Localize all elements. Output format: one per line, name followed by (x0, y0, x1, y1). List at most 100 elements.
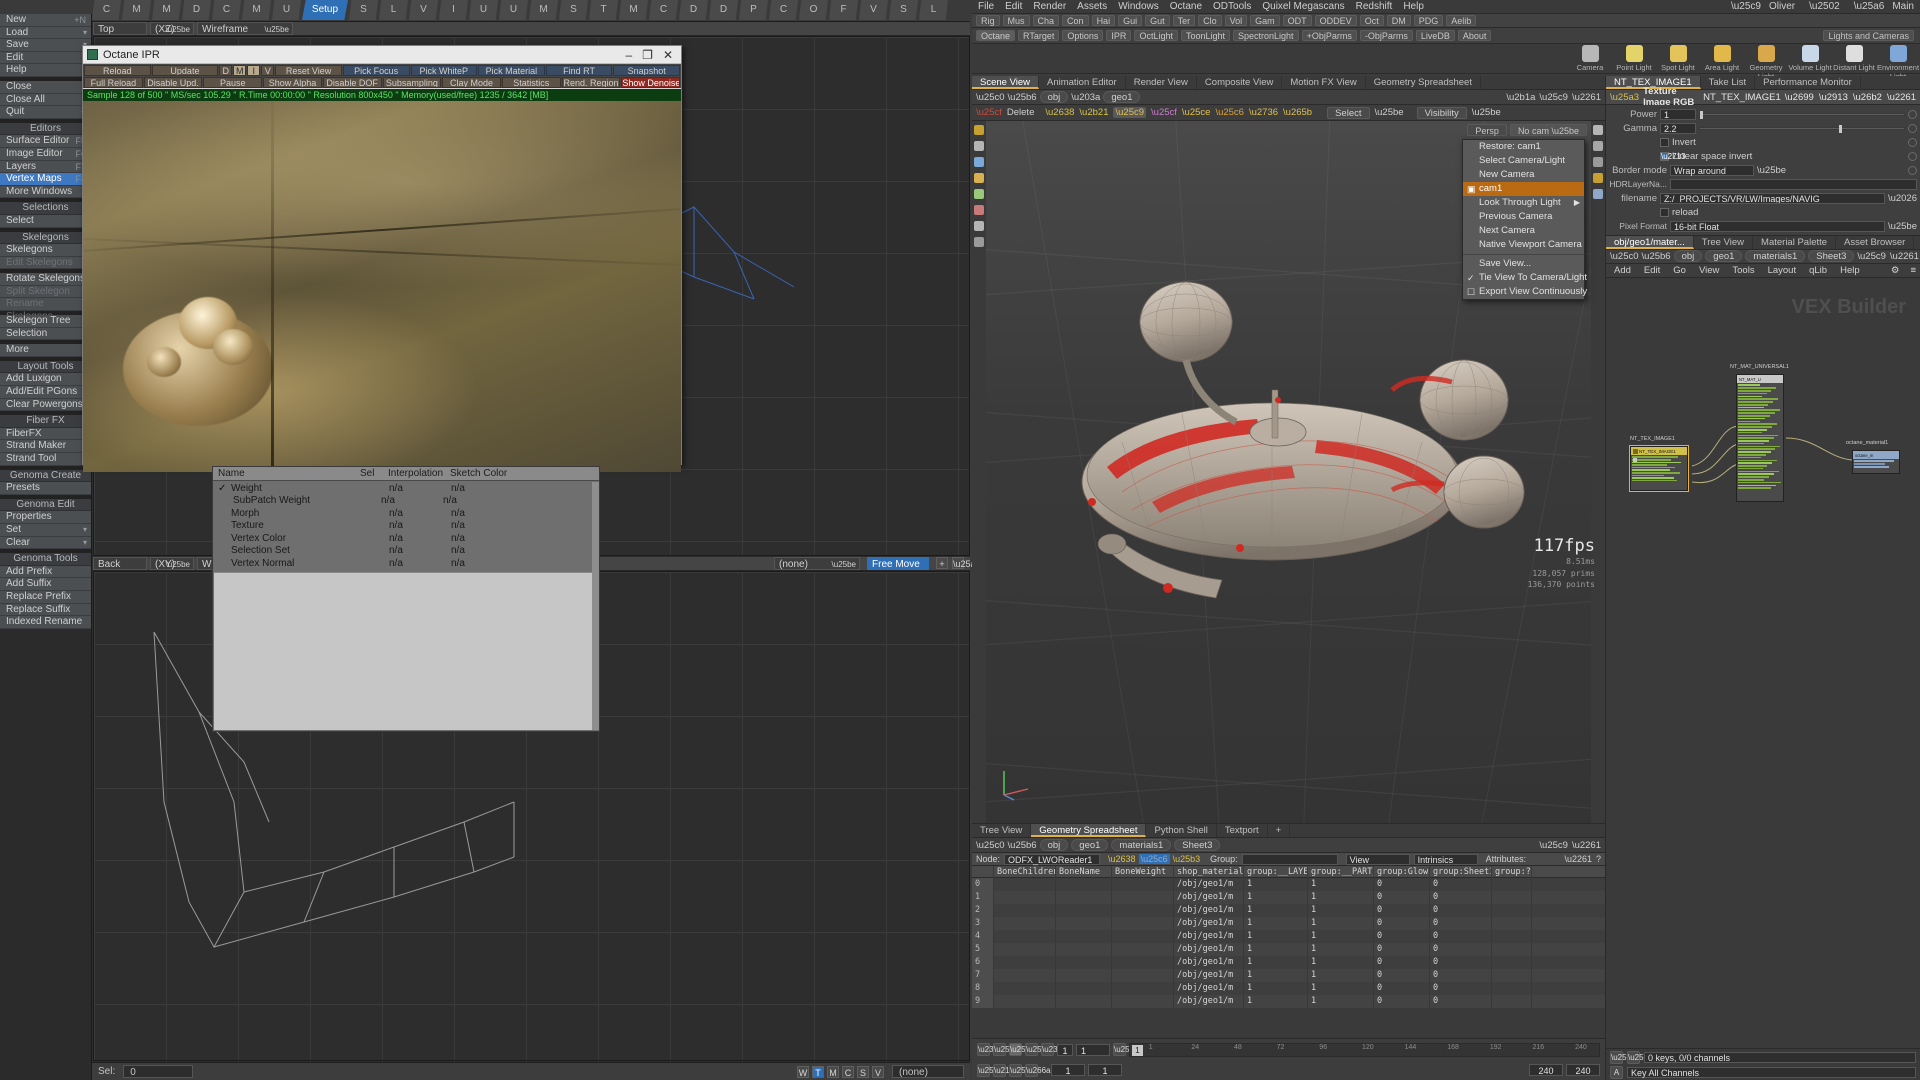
back-arrow-icon[interactable]: \u25c0 (976, 92, 1005, 103)
window-controls[interactable]: –❐✕ (625, 48, 677, 62)
pin-icon[interactable]: \u25c9 (1539, 92, 1568, 103)
point-mode-icon[interactable]: \u2638 (1108, 854, 1136, 864)
auto-key-icon[interactable]: A (1610, 1066, 1623, 1079)
step-fwd-icon[interactable]: \u23ed (1041, 1043, 1054, 1056)
scale-tool-icon[interactable] (974, 205, 984, 215)
lightwave-tab-13[interactable]: U (499, 0, 528, 20)
lightwave-tabs[interactable]: CMMDCMUSetupSLVIUUMSTMCDDPCOFVSL (92, 0, 949, 20)
ss-column-header[interactable]: BoneWeight (1112, 866, 1174, 878)
back-arrow-icon[interactable]: \u25c0 (1610, 251, 1639, 262)
sidebar-item-clear-powergons[interactable]: Clear Powergons (0, 399, 91, 412)
camera-menu-item-look-through-light[interactable]: Look Through Light▶ (1463, 196, 1584, 210)
sidebar-item-add-suffix[interactable]: Add Suffix (0, 578, 91, 591)
intrinsics-select[interactable]: Intrinsics (1414, 854, 1478, 865)
param-row-hdr-layer[interactable]: HDRLayerNa... (1606, 177, 1920, 191)
sidebar-item-help[interactable]: Help▾ (0, 64, 91, 77)
sidebar-item-strand-maker[interactable]: Strand Maker (0, 440, 91, 453)
net-tab-obj-geo1-mater-[interactable]: obj/geo1/mater... (1606, 236, 1694, 249)
ss-tab-geometry-spreadsheet[interactable]: Geometry Spreadsheet (1031, 824, 1146, 837)
network-menu-bar[interactable]: AddEditGoViewToolsLayoutqLibHelp⚙≡ (1606, 264, 1920, 279)
ss-crumb-obj[interactable]: obj (1040, 839, 1069, 851)
vertex-map-row[interactable]: Morphn/an/a (214, 507, 598, 520)
octane-btn-disable-dof[interactable]: Disable DOF (323, 77, 382, 88)
octane-btn-pick-focus[interactable]: Pick Focus (343, 65, 410, 76)
lightwave-tab-9[interactable]: L (379, 0, 408, 20)
sidebar-item-skelegon-tree[interactable]: Skelegon Tree (0, 315, 91, 328)
menu-icon[interactable]: \u2261 (1887, 92, 1916, 103)
move-tool-icon[interactable] (974, 173, 984, 183)
net-menu-help[interactable]: Help (1836, 265, 1864, 276)
octane-tool-ipr[interactable]: IPR (1106, 30, 1131, 41)
layout-label[interactable]: Main (1892, 1, 1914, 12)
shelfset-oct[interactable]: Oct (1360, 15, 1384, 26)
camera-menu-item-select-camera-light[interactable]: Select Camera/Light (1463, 154, 1584, 168)
sidebar-item-replace-suffix[interactable]: Replace Suffix (0, 604, 91, 617)
viewport-camera-controls[interactable]: Persp No cam \u25be (1467, 124, 1587, 136)
mode-buttons[interactable]: WTMCSV (797, 1066, 884, 1078)
sidebar-item-skelegons[interactable]: Skelegons (0, 244, 91, 257)
sidebar-item-vertex-maps[interactable]: Vertex MapsF8 (0, 173, 91, 186)
invert-gear-icon[interactable] (1908, 138, 1917, 147)
menu-octane[interactable]: Octane (1170, 1, 1202, 12)
lightwave-tab-18[interactable]: C (649, 0, 678, 20)
shelfset-rig[interactable]: Rig (976, 15, 1000, 26)
viewport2-view-select[interactable]: Back (93, 557, 147, 570)
viewport-view-select[interactable]: Top (93, 22, 147, 35)
octane-btn-statistics[interactable]: Statistics (502, 77, 561, 88)
camera-menu-item-next-camera[interactable]: Next Camera (1463, 224, 1584, 238)
vertex-map-row[interactable]: Selection Setn/an/a (214, 545, 598, 558)
houdini-pillbar-1[interactable]: RigMusChaConHaiGuiGutTerCloVolGamODTODDE… (972, 14, 1920, 28)
octane-btn-update[interactable]: Update (152, 65, 219, 76)
box-icon[interactable]: \u2b21 (1079, 107, 1108, 118)
sidebar-item-select[interactable]: Select▾ (0, 215, 91, 228)
octane-ipr-titlebar[interactable]: Octane IPR –❐✕ (83, 46, 681, 64)
maximize-viewport-icon[interactable]: \u25a1 (952, 557, 964, 569)
menu-render[interactable]: Render (1033, 1, 1066, 12)
menu-icon[interactable]: \u2261 (1572, 92, 1601, 103)
scene-tab-scene-view[interactable]: Scene View (972, 76, 1039, 89)
net-tab-asset-browser[interactable]: Asset Browser (1836, 236, 1914, 249)
octane-tool-octlight[interactable]: OctLight (1134, 30, 1178, 41)
sidebar-item-add-luxigon[interactable]: Add Luxigon (0, 373, 91, 386)
light-icon[interactable] (1593, 173, 1603, 183)
hdr-layer-field[interactable] (1670, 179, 1917, 190)
shelfset-gut[interactable]: Gut (1145, 15, 1170, 26)
border-mode-select[interactable]: Wrap around (1670, 165, 1754, 176)
select-button[interactable]: Select (1327, 107, 1369, 119)
record-icon[interactable]: \u25cf (977, 1064, 990, 1077)
power-slider[interactable] (1699, 113, 1905, 116)
lock-icon[interactable]: \u2b1a (1506, 92, 1535, 103)
lightwave-tab-8[interactable]: S (349, 0, 378, 20)
vertex-map-row[interactable]: Vertex Normaln/an/a (214, 557, 598, 570)
lightwave-tab-0[interactable]: C (92, 0, 121, 20)
octane-btn-snapshot[interactable]: Snapshot (613, 65, 680, 76)
scene-tab-render-view[interactable]: Render View (1126, 76, 1197, 89)
spreadsheet-toolbar[interactable]: Node: ODFX_LWOReader1 \u2638 \u25c6 \u25… (972, 853, 1605, 866)
ss-column-header[interactable]: group:__PART_ (1308, 866, 1374, 878)
param-node-header[interactable]: \u25a3 Texture Image RGB NT_TEX_IMAGE1 \… (1606, 90, 1920, 105)
timeline-track[interactable]: 1 124487296120144168192216240 (1129, 1043, 1600, 1057)
camera-dropdown-menu[interactable]: Restore: cam1Select Camera/LightNew Came… (1462, 139, 1585, 300)
crown-icon[interactable]: \u265b (1283, 107, 1312, 118)
shelfset-odt[interactable]: ODT (1283, 15, 1312, 26)
prim-mode-icon[interactable]: \u25b3 (1173, 854, 1201, 864)
sidebar-item-indexed-rename[interactable]: Indexed Rename (0, 616, 91, 629)
material-icon[interactable] (1593, 189, 1603, 199)
octane-btn-clay-mode[interactable]: Clay Mode (442, 77, 501, 88)
viewport-axis-select[interactable]: (XZ) \u25be (150, 22, 194, 35)
net-tab-tree-view[interactable]: Tree View (1694, 236, 1753, 249)
sidebar-item-close-all[interactable]: Close All (0, 94, 91, 107)
houdini-3d-viewport[interactable]: Persp No cam \u25be Restore: cam1Select … (972, 121, 1605, 823)
net-crumb-sheet3[interactable]: Sheet3 (1808, 250, 1854, 262)
range-end-field[interactable]: 240 (1529, 1064, 1563, 1076)
ss-crumb-geo1[interactable]: geo1 (1071, 839, 1108, 851)
checkbox-icon[interactable]: ☐ (1467, 285, 1475, 299)
lightwave-statusbar[interactable]: Sel: 0 WTMCSV (none) (92, 1062, 970, 1080)
octane-toolbar-row1[interactable]: ReloadUpdateDMIVReset ViewPick FocusPick… (84, 65, 680, 76)
ss-row[interactable]: 3/obj/geo1/m1100 (972, 917, 1605, 930)
key-all-channels-button[interactable]: Key All Channels (1627, 1067, 1916, 1078)
shelfset-gui[interactable]: Gui (1118, 15, 1142, 26)
menu-windows[interactable]: Windows (1118, 1, 1159, 12)
gamma-field[interactable]: 2.2 (1660, 123, 1696, 134)
vertex-maps-panel[interactable]: Name Sel Interpolation Sketch Color ✓Wei… (212, 466, 600, 732)
